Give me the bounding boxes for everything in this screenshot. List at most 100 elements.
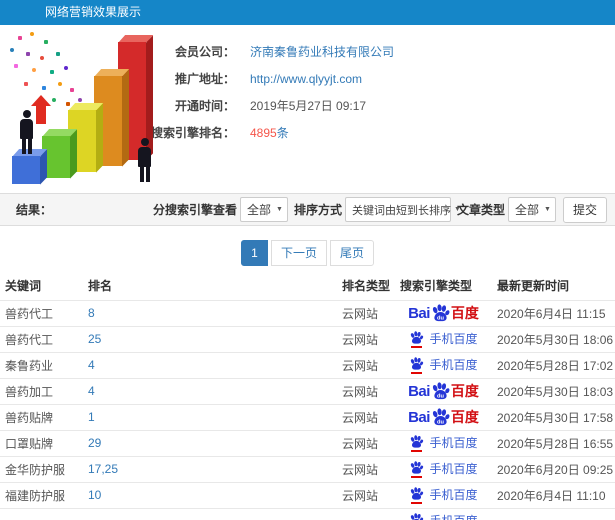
page: 网络营销效果展示 会员公司： 济南秦鲁药业科技有限公司 推广地址： http:/…: [0, 0, 615, 520]
clipart-bar-blue: [12, 156, 40, 184]
engine-cell: Bai du 百度: [395, 377, 492, 404]
rank-type-cell: 云网站: [337, 325, 395, 352]
baidu-paw-icon: [409, 356, 424, 374]
baidu-bai-text: Bai: [408, 304, 430, 322]
mobile-baidu-logo: 手机百度: [409, 513, 478, 520]
baidu-paw-icon: du: [431, 381, 450, 401]
table-body: 兽药代工 8 云网站 Bai du 百度 2020年6月4日 11:15 兽药代…: [0, 299, 615, 520]
rank-link[interactable]: 8: [83, 299, 337, 326]
update-time-cell: 2020年6月4日 11:10: [492, 481, 615, 508]
bar-chart-clipart: [0, 28, 172, 188]
baidu-paw-icon: [409, 513, 424, 520]
engine-cell: Bai du 百度: [395, 351, 492, 378]
mobile-baidu-logo: 手机百度: [409, 434, 478, 452]
member-info-panel: 会员公司： 济南秦鲁药业科技有限公司 推广地址： http://www.qlyy…: [120, 38, 394, 146]
update-time-cell: [492, 507, 615, 520]
table-row: 兽药加工 4 云网站 Bai du 百度 2020年5月30日 18:03: [0, 377, 615, 404]
chevron-down-icon: ▼: [544, 206, 551, 213]
rank-type-cell: 云网站: [337, 455, 395, 482]
table-row: 兽药代工 25 云网站 Bai du 百度: [0, 325, 615, 352]
update-time-cell: 2020年5月30日 17:58: [492, 403, 615, 430]
filter-bar: 结果： 分搜索引擎查看 全部 ▼ 排序方式 关键词由短到长排序 ▼ 文章类型 全…: [0, 193, 615, 226]
rank-link[interactable]: [83, 507, 337, 520]
keyword-cell: 秦鲁药业: [0, 351, 83, 378]
table-row: 兽药代工 8 云网站 Bai du 百度 2020年6月4日 11:15: [0, 299, 615, 326]
filter-controls: 分搜索引擎查看 全部 ▼ 排序方式 关键词由短到长排序 ▼ 文章类型 全部 ▼ …: [147, 196, 607, 223]
type-filter-value: 全部: [514, 203, 539, 217]
engine-cell: Bai du 百度: [395, 325, 492, 352]
rank-link[interactable]: 4: [83, 351, 337, 378]
svg-text:du: du: [437, 315, 444, 321]
mobile-baidu-logo: 手机百度: [409, 330, 478, 348]
sort-filter-select[interactable]: 关键词由短到长排序 ▼: [344, 197, 461, 222]
table-header-row: 关键词 排名 排名类型 搜索引擎类型 最新更新时间: [0, 272, 615, 300]
table-row: 金华防护服 17,25 云网站 Bai du 百度: [0, 455, 615, 482]
engine-cell: Bai du 百度: [395, 455, 492, 482]
engine-cell: Bai du 百度: [395, 507, 492, 520]
last-page-button[interactable]: 尾页: [330, 240, 375, 266]
next-page-button[interactable]: 下一页: [270, 240, 327, 266]
rank-link[interactable]: 25: [83, 325, 337, 352]
rank-type-cell: [337, 507, 395, 520]
type-filter-select[interactable]: 全部 ▼: [507, 197, 556, 222]
info-row-open-time: 开通时间： 2019年5月27日 09:17: [120, 92, 394, 119]
keyword-cell: 福建防护服: [0, 481, 83, 508]
baidu-cn-text: 百度: [450, 409, 479, 425]
chevron-down-icon: ▼: [276, 206, 283, 213]
company-link[interactable]: 济南秦鲁药业科技有限公司: [250, 43, 394, 60]
table-row: 秦鲁药业 4 云网站 Bai du 百度: [0, 351, 615, 378]
rank-type-cell: 云网站: [337, 403, 395, 430]
type-filter-label: 文章类型: [456, 203, 505, 217]
baidu-logo: Bai du 百度: [408, 381, 479, 401]
keyword-cell: [0, 507, 83, 520]
sort-filter-label: 排序方式: [293, 203, 342, 217]
baidu-paw-icon: [409, 460, 424, 478]
update-time-cell: 2020年6月4日 11:15: [492, 299, 615, 326]
baidu-bai-text: Bai: [408, 408, 430, 426]
header-rank: 排名: [88, 279, 113, 294]
engine-cell: Bai du 百度: [395, 429, 492, 456]
baidu-cn-text: 百度: [450, 383, 479, 399]
engine-cell: Bai du 百度: [395, 299, 492, 326]
mobile-baidu-text: 手机百度: [429, 436, 478, 450]
table-row: 口罩贴牌 29 云网站 Bai du 百度: [0, 429, 615, 456]
mobile-baidu-text: 手机百度: [429, 332, 478, 346]
info-row-rank-count: 搜索引擎排名： 4895条: [120, 119, 394, 146]
pagination: 1 下一页 尾页: [0, 240, 615, 266]
header-rank-type: 排名类型: [342, 279, 391, 294]
table-row: 兽药贴牌 1 云网站 Bai du 百度 2020年5月30日 17:58: [0, 403, 615, 430]
rank-link[interactable]: 4: [83, 377, 337, 404]
rank-link[interactable]: 17,25: [83, 455, 337, 482]
page-title: 网络营销效果展示: [45, 5, 142, 19]
baidu-paw-icon: [409, 330, 424, 348]
mobile-baidu-logo: 手机百度: [409, 356, 478, 374]
update-time-cell: 2020年6月20日 09:25: [492, 455, 615, 482]
baidu-paw-icon: [409, 486, 424, 504]
rank-type-cell: 云网站: [337, 299, 395, 326]
header-update-time: 最新更新时间: [497, 279, 570, 294]
rank-link[interactable]: 1: [83, 403, 337, 430]
mobile-baidu-text: 手机百度: [429, 515, 477, 520]
info-row-url: 推广地址： http://www.qlyyjt.com: [120, 65, 394, 92]
keyword-cell: 兽药贴牌: [0, 403, 83, 430]
keyword-cell: 金华防护服: [0, 455, 83, 482]
businessman-figure-right: [138, 138, 151, 182]
update-time-cell: 2020年5月30日 18:03: [492, 377, 615, 404]
mobile-baidu-text: 手机百度: [429, 488, 478, 502]
keyword-cell: 兽药代工: [0, 325, 83, 352]
rank-link[interactable]: 10: [83, 481, 337, 508]
update-time-cell: 2020年5月30日 18:06: [492, 325, 615, 352]
rank-link[interactable]: 29: [83, 429, 337, 456]
submit-button[interactable]: 提交: [562, 196, 607, 223]
promo-url-link[interactable]: http://www.qlyyjt.com: [250, 72, 362, 86]
baidu-paw-icon: [409, 434, 424, 452]
page-1-button[interactable]: 1: [240, 240, 268, 266]
baidu-cn-text: 百度: [450, 305, 479, 321]
keyword-cell: 口罩贴牌: [0, 429, 83, 456]
engine-filter-select[interactable]: 全部 ▼: [239, 197, 288, 222]
keyword-cell: 兽药代工: [0, 299, 83, 326]
update-time-cell: 2020年5月28日 16:55: [492, 429, 615, 456]
baidu-paw-icon: du: [431, 303, 450, 323]
mobile-baidu-text: 手机百度: [429, 462, 478, 476]
info-row-company: 会员公司： 济南秦鲁药业科技有限公司: [120, 38, 394, 65]
